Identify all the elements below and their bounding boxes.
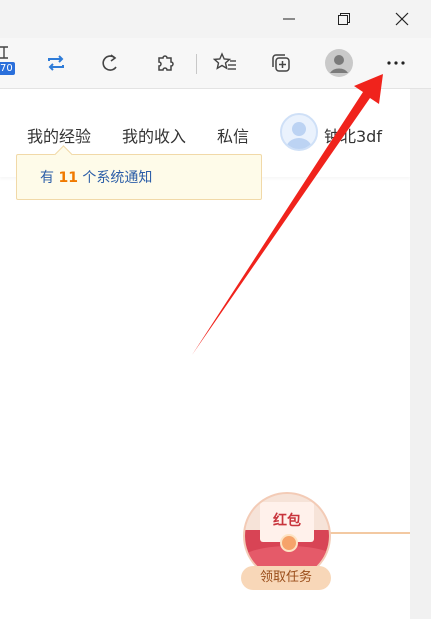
username[interactable]: 钟北3df [324,123,382,147]
minimize-button[interactable] [266,0,312,38]
page-scrollbar[interactable] [410,89,431,619]
refresh-icon [102,54,117,71]
avatar-person-icon [286,122,312,149]
nav-messages[interactable]: 私信 [217,123,249,147]
more-button[interactable] [381,48,411,78]
close-icon [395,12,409,26]
browser-toolbar: 70 [0,38,431,89]
toolbar-divider [196,54,197,74]
red-envelope-connector [320,532,410,534]
claim-task-button[interactable]: 领取任务 [241,566,331,590]
restore-button[interactable] [321,0,367,38]
extensions-icon [158,55,174,71]
red-envelope-widget[interactable]: 红包 领取任务 [241,492,331,592]
notice-pointer [54,145,73,164]
minimize-icon [283,18,295,20]
nav-my-income[interactable]: 我的收入 [122,123,186,147]
repeat-icon [48,55,64,71]
title-bar [0,0,431,38]
refresh-button[interactable] [95,48,125,78]
repeat-button[interactable] [41,48,71,78]
profile-icon [325,49,353,77]
nav-my-experience[interactable]: 我的经验 [27,123,91,147]
notice-prefix: 有 [40,170,54,186]
notice-suffix: 个系统通知 [82,170,153,186]
page-content: 我的经验 我的收入 私信 钟北3df 有 11 个系统通知 红包 领取任务 [0,89,410,619]
collections-button[interactable] [266,48,296,78]
notice-count: 11 [58,170,78,186]
extension-badge: 70 [0,62,15,75]
collections-icon [272,54,290,72]
more-icon [387,61,405,65]
profile-button[interactable] [324,48,354,78]
restore-icon [338,13,350,25]
system-notice-popup[interactable]: 有 11 个系统通知 [16,145,262,200]
user-avatar[interactable] [280,113,318,151]
site-nav: 我的经验 我的收入 私信 钟北3df 有 11 个系统通知 [0,89,410,200]
favorites-button[interactable] [210,48,240,78]
envelope-seal-icon [280,534,298,552]
truncated-extension-icon[interactable] [0,44,10,64]
favorites-icon [213,52,236,70]
close-button[interactable] [379,0,425,38]
extensions-button[interactable] [150,48,180,78]
